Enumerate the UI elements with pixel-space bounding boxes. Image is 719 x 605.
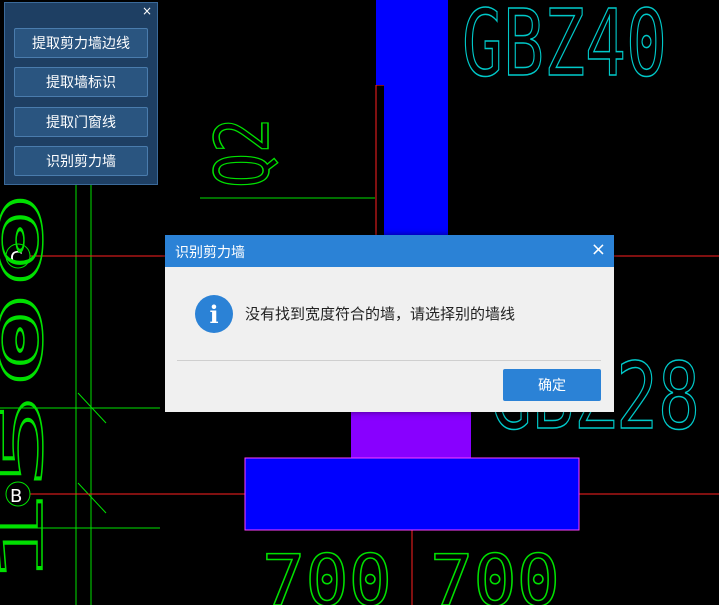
cad-dim-left: 700 xyxy=(262,540,392,605)
wall-base[interactable] xyxy=(244,457,580,531)
close-icon[interactable]: × xyxy=(142,4,152,18)
extract-shear-wall-edge-button[interactable]: 提取剪力墙边线 xyxy=(14,28,148,58)
dialog-divider xyxy=(177,360,601,361)
dialog-message: 没有找到宽度符合的墙，请选择别的墙线 xyxy=(245,305,516,323)
cad-label-gbz40: GBZ40 xyxy=(462,0,667,97)
wall-column-top[interactable] xyxy=(376,0,448,85)
info-icon: i xyxy=(195,295,233,333)
dialog-title: 识别剪力墙 xyxy=(175,245,245,261)
dialog-titlebar[interactable]: 识别剪力墙 × xyxy=(165,235,614,267)
identify-shear-wall-dialog: 识别剪力墙 × i 没有找到宽度符合的墙，请选择别的墙线 确定 xyxy=(165,235,614,412)
ok-button[interactable]: 确定 xyxy=(503,369,601,401)
extract-door-window-line-button[interactable]: 提取门窗线 xyxy=(14,107,148,137)
shear-wall-tool-panel: × 提取剪力墙边线 提取墙标识 提取门窗线 识别剪力墙 xyxy=(4,2,158,185)
tick-mark xyxy=(77,482,107,514)
cad-label-q2: Q2 xyxy=(200,118,286,188)
cad-side-number: 1500 xyxy=(0,190,57,590)
cad-dim-right: 700 xyxy=(430,540,560,605)
identify-shear-wall-button[interactable]: 识别剪力墙 xyxy=(14,146,148,176)
close-icon[interactable]: × xyxy=(591,240,606,260)
wall-connector[interactable] xyxy=(351,412,471,458)
wall-column[interactable] xyxy=(384,85,448,235)
extract-wall-label-button[interactable]: 提取墙标识 xyxy=(14,67,148,97)
